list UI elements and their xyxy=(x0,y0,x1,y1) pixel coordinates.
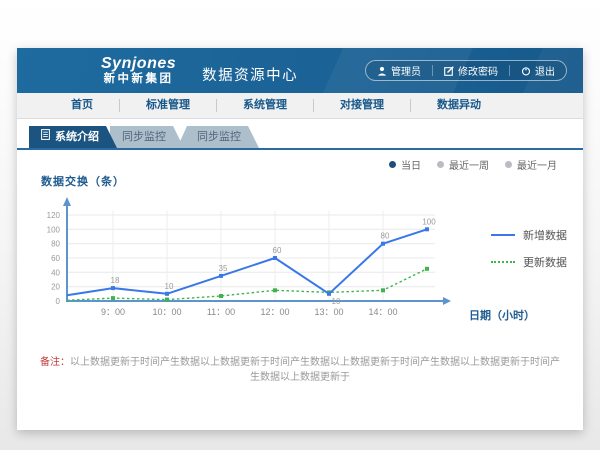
logout-label: 退出 xyxy=(535,63,555,78)
svg-text:9：00: 9：00 xyxy=(101,307,125,317)
dotted-line-icon xyxy=(491,261,515,263)
tab-sync-monitor-1[interactable]: 同步监控 xyxy=(110,126,184,148)
x-axis-title: 日期（小时） xyxy=(469,307,535,323)
svg-text:60: 60 xyxy=(51,254,60,263)
filter-option-last-week[interactable]: 最近一周 xyxy=(437,157,489,172)
company-logo: Synjones 新中新集团 xyxy=(101,55,176,87)
svg-text:12：00: 12：00 xyxy=(260,307,289,317)
radio-icon xyxy=(437,161,444,168)
filter-option-last-month[interactable]: 最近一月 xyxy=(505,157,557,172)
legend-label: 更新数据 xyxy=(523,254,567,270)
page-title: 数据资源中心 xyxy=(202,64,298,85)
svg-text:10：00: 10：00 xyxy=(152,307,181,317)
svg-text:100: 100 xyxy=(47,225,61,234)
user-toolbar: 管理员 修改密码 退出 xyxy=(365,60,567,81)
tab-label: 同步监控 xyxy=(197,126,241,148)
svg-text:11：00: 11：00 xyxy=(207,307,235,317)
edit-icon xyxy=(444,66,454,76)
legend-label: 新增数据 xyxy=(523,227,567,243)
change-password-button[interactable]: 修改密码 xyxy=(433,63,509,78)
filter-option-today[interactable]: 当日 xyxy=(389,157,421,172)
svg-text:35: 35 xyxy=(219,264,228,273)
svg-text:20: 20 xyxy=(51,283,60,292)
tab-label: 同步监控 xyxy=(122,126,166,148)
app-window: Synjones 新中新集团 数据资源中心 管理员 修改密码 xyxy=(17,48,583,430)
filter-label: 当日 xyxy=(401,157,421,172)
user-menu[interactable]: 管理员 xyxy=(366,63,432,78)
svg-text:18: 18 xyxy=(111,276,120,285)
user-name: 管理员 xyxy=(391,63,421,78)
svg-text:14：00: 14：00 xyxy=(368,307,397,317)
logo-en: Synjones xyxy=(101,55,176,73)
line-chart: 0204060801001209：0010：0011：0012：0013：001… xyxy=(35,189,465,329)
radio-icon xyxy=(505,161,512,168)
svg-text:10: 10 xyxy=(165,282,174,291)
logout-button[interactable]: 退出 xyxy=(510,63,566,78)
radio-selected-icon xyxy=(389,161,396,168)
nav-item-data-change[interactable]: 数据异动 xyxy=(411,93,507,118)
filter-label: 最近一月 xyxy=(517,157,557,172)
document-icon xyxy=(41,126,50,148)
content-panel: 系统介绍 同步监控 同步监控 当日 最近一周 最近一月 数据 xyxy=(17,119,583,430)
footnote-label: 备注： xyxy=(40,357,70,368)
power-icon xyxy=(521,66,531,76)
legend-item-update-data: 更新数据 xyxy=(491,254,567,270)
tab-underline xyxy=(17,148,583,150)
tab-sync-monitor-2[interactable]: 同步监控 xyxy=(177,126,259,148)
tab-bar: 系统介绍 同步监控 同步监控 xyxy=(29,126,252,148)
svg-text:120: 120 xyxy=(47,211,61,220)
nav-item-home[interactable]: 首页 xyxy=(45,93,119,118)
svg-text:13：00: 13：00 xyxy=(314,307,343,317)
solid-line-icon xyxy=(491,234,515,236)
svg-text:0: 0 xyxy=(56,297,61,306)
nav-item-standard-mgmt[interactable]: 标准管理 xyxy=(120,93,216,118)
svg-text:100: 100 xyxy=(422,217,436,226)
change-password-label: 修改密码 xyxy=(458,63,498,78)
nav-item-system-mgmt[interactable]: 系统管理 xyxy=(217,93,313,118)
svg-text:80: 80 xyxy=(381,232,390,241)
filter-label: 最近一周 xyxy=(449,157,489,172)
footnote: 备注：以上数据更新于时间产生数据以上数据更新于时间产生数据以上数据更新于时间产生… xyxy=(17,353,583,383)
legend-item-new-data: 新增数据 xyxy=(491,227,567,243)
logo-cn: 新中新集团 xyxy=(101,73,176,86)
user-icon xyxy=(377,66,387,76)
chart-legend: 新增数据 更新数据 xyxy=(491,227,567,281)
nav-item-interface-mgmt[interactable]: 对接管理 xyxy=(314,93,410,118)
svg-text:60: 60 xyxy=(273,246,282,255)
app-header: Synjones 新中新集团 数据资源中心 管理员 修改密码 xyxy=(17,48,583,93)
main-nav: 首页 标准管理 系统管理 对接管理 数据异动 xyxy=(17,93,583,119)
tab-label: 系统介绍 xyxy=(55,126,99,148)
svg-text:40: 40 xyxy=(51,268,60,277)
footnote-text: 以上数据更新于时间产生数据以上数据更新于时间产生数据以上数据更新于时间产生数据以… xyxy=(70,357,560,383)
svg-text:10: 10 xyxy=(332,297,341,306)
time-range-filter: 当日 最近一周 最近一月 xyxy=(389,157,557,172)
tab-system-intro[interactable]: 系统介绍 xyxy=(29,126,117,148)
svg-text:80: 80 xyxy=(51,240,60,249)
y-axis-title: 数据交换（条） xyxy=(41,173,125,189)
